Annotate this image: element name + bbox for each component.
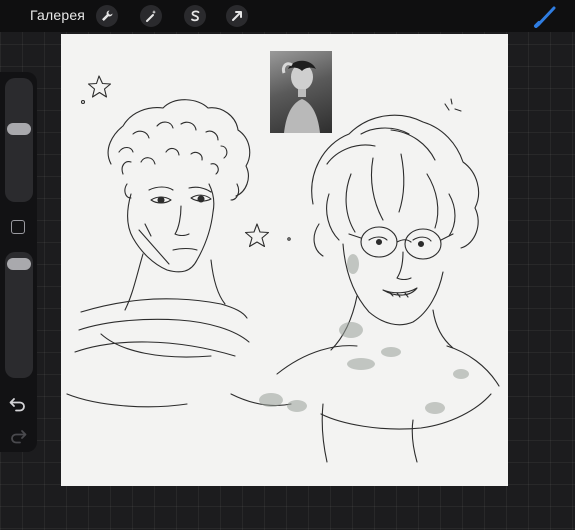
undo-arrow-icon: [9, 398, 25, 412]
wrench-icon: [102, 10, 113, 21]
star-icon: [244, 223, 270, 248]
star-icon: [87, 75, 112, 98]
left-sidebar: [0, 72, 37, 452]
opacity-handle[interactable]: [7, 258, 31, 270]
redo-button[interactable]: [8, 428, 28, 444]
undo-button[interactable]: [8, 396, 28, 412]
reference-photo[interactable]: [270, 51, 332, 133]
drawing-canvas[interactable]: [61, 34, 508, 486]
selection-button[interactable]: [184, 5, 206, 27]
top-toolbar: Галерея: [0, 0, 575, 32]
brush-size-handle[interactable]: [7, 123, 31, 135]
arrow-cursor-icon: [232, 11, 242, 21]
redo-arrow-icon: [11, 430, 27, 444]
brush-size-slider[interactable]: [5, 78, 33, 202]
modify-button[interactable]: [11, 220, 25, 234]
selection-s-icon: [191, 10, 200, 22]
brush-icon: [534, 6, 556, 28]
opacity-slider[interactable]: [5, 252, 33, 378]
magic-wand-icon: [146, 10, 156, 22]
wrench-button[interactable]: [96, 5, 118, 27]
transform-button[interactable]: [226, 5, 248, 27]
adjustments-button[interactable]: [140, 5, 162, 27]
brush-button[interactable]: [533, 4, 559, 28]
gallery-link[interactable]: Галерея: [30, 7, 85, 23]
reference-photo-figure: [282, 60, 320, 133]
